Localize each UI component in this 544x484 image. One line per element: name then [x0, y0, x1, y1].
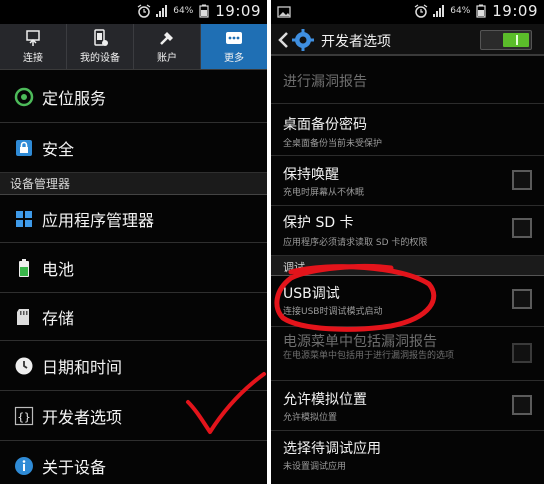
section-label: 调试: [283, 261, 305, 274]
status-bar: 64% 19:09: [271, 0, 544, 24]
status-bar: 64% 19:09: [0, 0, 267, 24]
list-item-security[interactable]: 安全: [0, 123, 267, 173]
tab-my-device[interactable]: 我的设备: [67, 24, 134, 69]
item-title: 保持唤醒: [283, 167, 339, 183]
list-item-select-debug-app[interactable]: 选择待调试应用 未设置调试应用: [271, 431, 544, 484]
list-item-desktop-backup-password[interactable]: 桌面备份密码 全桌面备份当前未受保护: [271, 104, 544, 156]
item-title: 允许模拟位置: [283, 392, 367, 408]
apps-grid-icon: [14, 209, 34, 229]
battery-percent: 64%: [173, 6, 194, 16]
list-item-usb-debugging[interactable]: USB调试 连接USB时调试模式启动: [271, 277, 544, 327]
list-item-battery[interactable]: 电池: [0, 243, 267, 293]
gear-icon: [292, 29, 314, 51]
signal-icon: [156, 5, 168, 17]
item-title: 电源菜单中包括漏洞报告: [283, 334, 437, 350]
alarm-icon: [137, 4, 151, 18]
item-subtitle: 连接USB时调试模式启动: [283, 307, 383, 317]
settings-list: 定位服务 安全 设备管理器 应用程序管理器 电池 存储 日期和时间 {} 开发者…: [0, 71, 267, 484]
list-item-app-manager[interactable]: 应用程序管理器: [0, 195, 267, 243]
lock-icon: [14, 138, 34, 158]
list-item-label: 定位服务: [42, 88, 107, 108]
alarm-icon: [414, 4, 428, 18]
list-item-about-device[interactable]: 关于设备: [0, 441, 267, 484]
list-item-storage[interactable]: 存储: [0, 293, 267, 341]
status-time: 19:09: [492, 2, 538, 20]
connection-icon: [26, 30, 40, 46]
image-notification-icon: [277, 6, 291, 18]
item-subtitle: 全桌面备份当前未受保护: [283, 139, 383, 149]
left-screen: 64% 19:09 连接 我的设备 账户 更多 定位服务 安全 设备管理器 应用…: [0, 0, 267, 484]
tab-connections[interactable]: 连接: [0, 24, 67, 69]
battery-percent: 64%: [450, 6, 471, 16]
list-item-developer-options[interactable]: {} 开发者选项: [0, 391, 267, 441]
info-icon: [14, 456, 34, 476]
tab-more[interactable]: 更多: [201, 24, 267, 69]
developer-braces-icon: {}: [14, 406, 34, 426]
tab-label: 更多: [224, 53, 244, 64]
item-subtitle: 在电源菜单中包括用于进行漏洞报告的选项: [283, 351, 455, 361]
tab-label: 账户: [157, 53, 177, 64]
item-title: 保护 SD 卡: [283, 215, 354, 231]
item-subtitle: 允许模拟位置: [283, 413, 338, 423]
right-screen: 64% 19:09 开发者选项 进行漏洞报告 桌面备份密码 全桌面备份当前未受保…: [271, 0, 544, 484]
item-title: 选择待调试应用: [283, 441, 381, 457]
developer-options-toggle[interactable]: [480, 30, 532, 50]
battery-icon: [14, 258, 34, 278]
list-item-bug-report-in-power-menu[interactable]: 电源菜单中包括漏洞报告 在电源菜单中包括用于进行漏洞报告的选项: [271, 327, 544, 381]
list-item-stay-awake[interactable]: 保持唤醒 充电时屏幕从不休眠: [271, 156, 544, 206]
item-title: 进行漏洞报告: [283, 74, 367, 90]
battery-icon: [199, 4, 209, 18]
item-subtitle: 未设置调试应用: [283, 462, 347, 472]
tab-label: 连接: [23, 53, 43, 64]
clock-icon: [14, 356, 34, 376]
back-chevron-icon[interactable]: [277, 30, 289, 50]
toggle-on-mark: [516, 35, 518, 45]
list-item-label: 日期和时间: [42, 357, 123, 377]
signal-icon: [433, 5, 445, 17]
item-title: USB调试: [283, 286, 340, 302]
account-key-icon: [160, 32, 173, 45]
developer-options-header: 开发者选项: [271, 24, 544, 56]
section-header-device-manager: 设备管理器: [0, 173, 267, 195]
list-item-protect-sd-card[interactable]: 保护 SD 卡 应用程序必须请求读取 SD 卡的权限: [271, 206, 544, 256]
stay-awake-checkbox[interactable]: [512, 170, 532, 190]
svg-text:{}: {}: [17, 410, 30, 423]
list-item-location[interactable]: 定位服务: [0, 71, 267, 123]
my-device-icon: [94, 29, 108, 46]
list-item-label: 开发者选项: [42, 407, 123, 427]
list-item-date-time[interactable]: 日期和时间: [0, 341, 267, 391]
item-subtitle: 充电时屏幕从不休眠: [283, 188, 365, 198]
list-item-label: 电池: [42, 259, 75, 279]
status-time: 19:09: [215, 2, 261, 20]
list-item-label: 应用程序管理器: [42, 210, 155, 230]
list-item-allow-mock-locations[interactable]: 允许模拟位置 允许模拟位置: [271, 381, 544, 431]
location-icon: [14, 87, 34, 107]
page-title: 开发者选项: [321, 34, 391, 50]
usb-debugging-checkbox[interactable]: [512, 289, 532, 309]
settings-tab-bar: 连接 我的设备 账户 更多: [0, 24, 267, 70]
item-title: 桌面备份密码: [283, 117, 367, 133]
protect-sd-card-checkbox[interactable]: [512, 218, 532, 238]
storage-icon: [14, 307, 34, 327]
bug-report-checkbox[interactable]: [512, 343, 532, 363]
battery-icon: [476, 4, 486, 18]
list-item-label: 存储: [42, 308, 75, 328]
tab-label: 我的设备: [80, 53, 120, 64]
list-item-label: 安全: [42, 139, 75, 159]
list-item-label: 关于设备: [42, 458, 107, 477]
section-label: 设备管理器: [10, 177, 71, 191]
more-dots-icon: [226, 32, 242, 44]
tab-accounts[interactable]: 账户: [134, 24, 201, 69]
mock-locations-checkbox[interactable]: [512, 395, 532, 415]
section-header-debugging: 调试: [271, 256, 544, 276]
item-subtitle: 应用程序必须请求读取 SD 卡的权限: [283, 238, 428, 248]
list-item-take-bug-report[interactable]: 进行漏洞报告: [271, 58, 544, 104]
